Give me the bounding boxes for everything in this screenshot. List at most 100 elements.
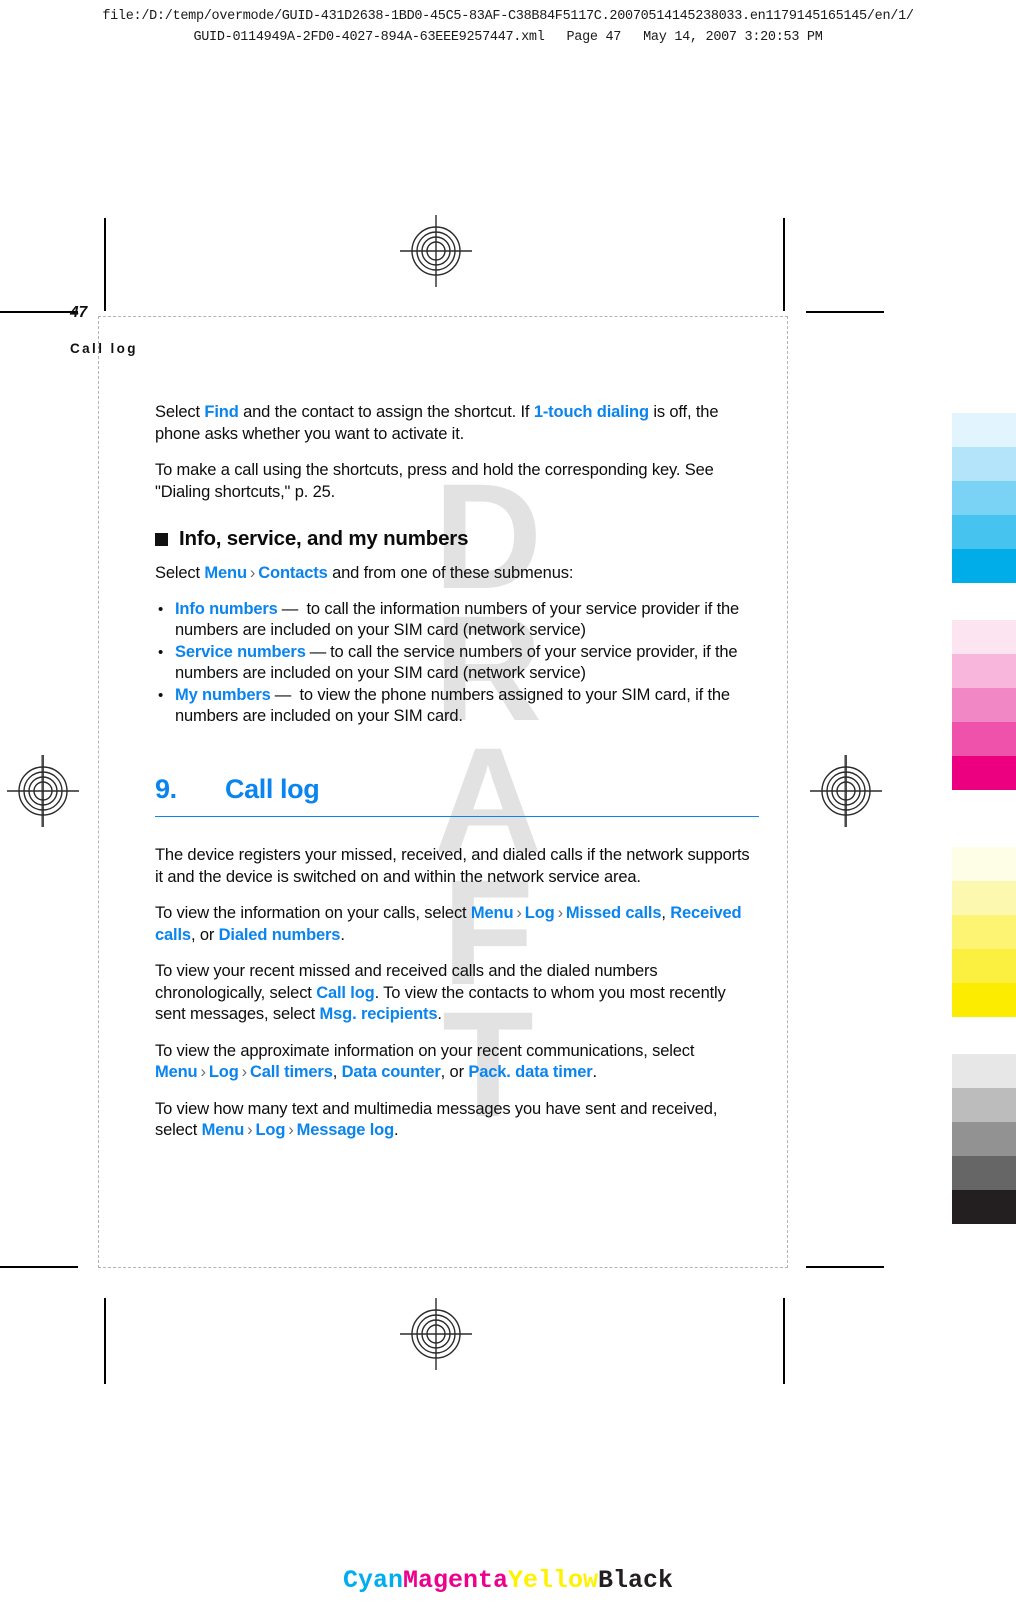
text-fragment: To view the approximate information on y…: [155, 1041, 695, 1060]
keyword-message-log: Message log: [296, 1121, 395, 1140]
text-fragment: .: [592, 1063, 598, 1082]
swatch-magenta-3: [952, 688, 1016, 722]
cmyk-separation-bar: CyanMagentaYellowBlack: [0, 1566, 1016, 1595]
em-dash: —: [309, 642, 327, 661]
keyword-log: Log: [255, 1121, 286, 1140]
swatch-gray-1: [952, 1054, 1016, 1088]
filepath-line-1: file:/D:/temp/overmode/GUID-431D2638-1BD…: [102, 9, 914, 24]
crop-mark-bottom-left-h: [0, 1266, 78, 1268]
keyword-dialed-numbers: Dialed numbers: [218, 925, 341, 944]
text-fragment: .: [437, 1005, 442, 1024]
registration-target-right: [810, 755, 882, 827]
chapter-number: 9.: [155, 773, 177, 804]
keyword-log: Log: [208, 1063, 239, 1082]
cmyk-label-black: Black: [598, 1566, 674, 1595]
crop-mark-top-right-h: [806, 311, 884, 313]
em-dash: —: [281, 599, 299, 618]
swatch-cyan-4: [952, 515, 1016, 549]
paragraph-view-call-info: To view the information on your calls, s…: [155, 903, 759, 946]
breadcrumb-arrow-icon: ›: [241, 1063, 248, 1082]
breadcrumb-arrow-icon: ›: [249, 564, 256, 582]
chapter-heading: 9. Call log: [155, 774, 759, 805]
swatch-yellow-2: [952, 881, 1016, 915]
swatch-gray-3: [952, 1122, 1016, 1156]
paragraph-device-registers: The device registers your missed, receiv…: [155, 846, 750, 886]
cmyk-label-cyan: Cyan: [342, 1566, 403, 1595]
list-item: Info numbers— to call the information nu…: [155, 599, 759, 642]
filepath-timestamp: May 14, 2007 3:20:53 PM: [643, 30, 823, 45]
paragraph-approximate-info: To view the approximate information on y…: [155, 1041, 759, 1084]
square-bullet-icon: [155, 532, 168, 546]
swatch-cyan-2: [952, 447, 1016, 481]
chapter-title: Call log: [225, 773, 320, 804]
swatch-magenta-4: [952, 722, 1016, 756]
text-fragment: , or: [190, 925, 219, 944]
paragraph-assign-shortcut: Select Find and the contact to assign th…: [155, 402, 759, 445]
crop-mark-bottom-right-v: [783, 1298, 785, 1384]
text-fragment: Select: [155, 564, 205, 582]
color-swatch-strip-gray: [952, 1054, 1016, 1224]
swatch-cyan-5: [952, 549, 1016, 583]
keyword-info-numbers: Info numbers: [175, 599, 278, 618]
keyword-log: Log: [524, 904, 555, 923]
breadcrumb-arrow-icon: ›: [200, 1063, 206, 1082]
edge-rule-left-top: [104, 218, 106, 311]
keyword-menu: Menu: [470, 904, 514, 923]
page-content: Select Find and the contact to assign th…: [155, 402, 759, 1157]
proof-filepath-header: file:/D:/temp/overmode/GUID-431D2638-1BD…: [0, 6, 1016, 48]
keyword-menu: Menu: [155, 1063, 198, 1082]
text-fragment: and from one of these submenus:: [327, 564, 574, 582]
keyword-data-counter: Data counter: [341, 1063, 441, 1082]
text-fragment: .: [340, 925, 345, 944]
registration-target-left: [7, 755, 79, 827]
paragraph-message-log: To view how many text and multimedia mes…: [155, 1099, 759, 1142]
list-item: Service numbers—to call the service numb…: [155, 642, 759, 685]
keyword-pack-data-timer: Pack. data timer: [468, 1063, 593, 1082]
color-swatch-strip-magenta: [952, 620, 1016, 790]
page-number: 47: [70, 304, 88, 321]
text-fragment: , or: [440, 1063, 469, 1082]
breadcrumb-arrow-icon: ›: [247, 1121, 253, 1140]
color-swatch-strip-cyan: [952, 413, 1016, 583]
text-fragment: ,: [661, 904, 671, 923]
paragraph-view-recent: To view your recent missed and received …: [155, 961, 759, 1026]
registration-target-top: [400, 215, 472, 287]
swatch-yellow-5: [952, 983, 1016, 1017]
cmyk-label-yellow: Yellow: [508, 1566, 599, 1595]
text-fragment: To view the information on your calls, s…: [155, 904, 471, 923]
paragraph-make-call: To make a call using the shortcuts, pres…: [155, 461, 714, 501]
breadcrumb-arrow-icon: ›: [288, 1121, 294, 1140]
registration-target-bottom: [400, 1298, 472, 1370]
keyword-find: Find: [204, 403, 239, 421]
text-fragment: Select: [155, 403, 205, 421]
text-fragment: and the contact to assign the shortcut. …: [238, 403, 534, 421]
keyword-menu: Menu: [201, 1121, 245, 1140]
section-heading-info-service-my-numbers: Info, service, and my numbers: [155, 527, 759, 551]
swatch-yellow-3: [952, 915, 1016, 949]
swatch-gray-4: [952, 1156, 1016, 1190]
keyword-missed-calls: Missed calls: [565, 904, 662, 923]
filepath-line-2: GUID-0114949A-2FD0-4027-894A-63EEE925744…: [0, 27, 1016, 48]
edge-rule-right-top: [783, 218, 785, 311]
swatch-magenta-5: [952, 756, 1016, 790]
em-dash: —: [274, 685, 292, 704]
running-head: Call log: [70, 341, 138, 356]
keyword-call-timers: Call timers: [250, 1063, 333, 1082]
swatch-yellow-1: [952, 847, 1016, 881]
manual-page: Call log Select Find and the contact to …: [70, 304, 788, 1268]
crop-mark-top-left-h: [0, 311, 78, 313]
keyword-menu: Menu: [204, 564, 247, 582]
keyword-msg-recipients: Msg. recipients: [319, 1005, 438, 1024]
swatch-yellow-4: [952, 949, 1016, 983]
crop-mark-bottom-left-v: [104, 1298, 106, 1384]
breadcrumb-arrow-icon: ›: [516, 904, 522, 923]
filepath-xml-name: GUID-0114949A-2FD0-4027-894A-63EEE925744…: [193, 30, 545, 45]
keyword-service-numbers: Service numbers: [175, 642, 306, 661]
section-heading-label: Info, service, and my numbers: [179, 527, 469, 550]
swatch-gray-5: [952, 1190, 1016, 1224]
keyword-my-numbers: My numbers: [175, 685, 271, 704]
list-item: My numbers— to view the phone numbers as…: [155, 685, 759, 728]
swatch-gray-2: [952, 1088, 1016, 1122]
swatch-cyan-3: [952, 481, 1016, 515]
filepath-page-label: Page 47: [566, 30, 622, 45]
